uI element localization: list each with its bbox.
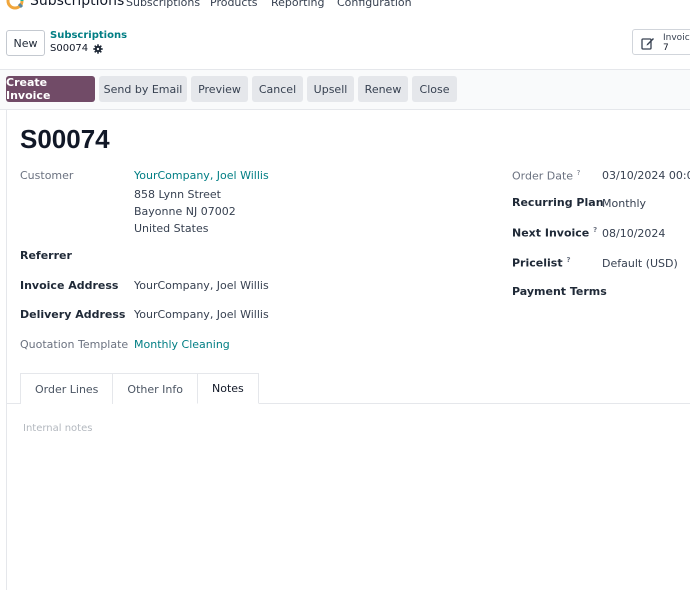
help-icon: ? bbox=[576, 169, 581, 177]
subscriptions-app-icon[interactable] bbox=[6, 0, 24, 10]
new-button[interactable]: New bbox=[6, 30, 45, 56]
create-invoice-button[interactable]: Create Invoice bbox=[6, 76, 95, 102]
notebook-tabs: Order Lines Other Info Notes bbox=[20, 373, 259, 404]
recurring-plan-label: Recurring Plan bbox=[512, 196, 604, 209]
control-panel: New Subscriptions S00074 Invoice 7 bbox=[0, 22, 690, 70]
customer-city: Bayonne NJ 07002 bbox=[134, 205, 236, 218]
referrer-field[interactable] bbox=[134, 246, 334, 264]
next-invoice-field[interactable]: 08/10/2024 bbox=[602, 227, 665, 240]
payment-terms-field[interactable] bbox=[602, 282, 690, 300]
invoice-stat-label: Invoice bbox=[663, 33, 690, 43]
menu-products[interactable]: Products bbox=[210, 0, 258, 9]
delivery-address-field[interactable]: YourCompany, Joel Willis bbox=[134, 308, 269, 321]
record-title: S00074 bbox=[20, 124, 110, 154]
invoice-stat-button[interactable]: Invoice 7 bbox=[632, 29, 690, 55]
preview-button[interactable]: Preview bbox=[191, 76, 248, 102]
tab-other-info[interactable]: Other Info bbox=[112, 373, 198, 404]
quotation-template-link[interactable]: Monthly Cleaning bbox=[134, 338, 230, 351]
breadcrumb-parent[interactable]: Subscriptions bbox=[50, 30, 127, 41]
tab-order-lines[interactable]: Order Lines bbox=[20, 373, 114, 404]
customer-country: United States bbox=[134, 222, 209, 235]
menu-subscriptions[interactable]: Subscriptions bbox=[126, 0, 200, 9]
renew-button[interactable]: Renew bbox=[358, 76, 408, 102]
quotation-template-label: Quotation Template bbox=[20, 338, 129, 351]
menu-configuration[interactable]: Configuration bbox=[337, 0, 412, 9]
tab-notes[interactable]: Notes bbox=[196, 373, 259, 404]
breadcrumb-current-label: S00074 bbox=[50, 43, 89, 54]
help-icon: ? bbox=[593, 226, 598, 234]
app-name[interactable]: Subscriptions bbox=[30, 0, 124, 9]
form-sheet: S00074 Customer YourCompany, Joel Willis… bbox=[6, 110, 690, 590]
invoice-address-field[interactable]: YourCompany, Joel Willis bbox=[134, 279, 269, 292]
internal-notes-input[interactable]: Internal notes bbox=[23, 423, 92, 434]
referrer-label: Referrer bbox=[20, 249, 72, 262]
edit-invoice-icon bbox=[641, 38, 654, 50]
invoice-stat-value: 7 bbox=[663, 43, 669, 53]
pricelist-label: Pricelist ? bbox=[512, 256, 571, 270]
gear-icon[interactable] bbox=[93, 43, 103, 54]
menu-reporting[interactable]: Reporting bbox=[271, 0, 324, 9]
payment-terms-label: Payment Terms bbox=[512, 285, 607, 298]
next-invoice-label: Next Invoice ? bbox=[512, 226, 598, 240]
customer-link[interactable]: YourCompany, Joel Willis bbox=[134, 169, 269, 182]
invoice-address-label: Invoice Address bbox=[20, 279, 119, 292]
recurring-plan-field[interactable]: Monthly bbox=[602, 197, 646, 210]
action-bar: Create Invoice Send by Email Preview Can… bbox=[0, 70, 690, 110]
send-by-email-button[interactable]: Send by Email bbox=[99, 76, 187, 102]
delivery-address-label: Delivery Address bbox=[20, 308, 126, 321]
close-button[interactable]: Close bbox=[412, 76, 457, 102]
top-navbar: Subscriptions Subscriptions Products Rep… bbox=[0, 0, 690, 16]
help-icon: ? bbox=[566, 256, 571, 264]
pricelist-field[interactable]: Default (USD) bbox=[602, 257, 678, 270]
order-date-label: Order Date ? bbox=[512, 169, 581, 183]
order-date-field[interactable]: 03/10/2024 00:00: bbox=[602, 169, 690, 182]
customer-label: Customer bbox=[20, 169, 74, 182]
customer-street: 858 Lynn Street bbox=[134, 188, 221, 201]
upsell-button[interactable]: Upsell bbox=[307, 76, 354, 102]
breadcrumb-current: S00074 bbox=[50, 43, 103, 54]
cancel-button[interactable]: Cancel bbox=[252, 76, 303, 102]
